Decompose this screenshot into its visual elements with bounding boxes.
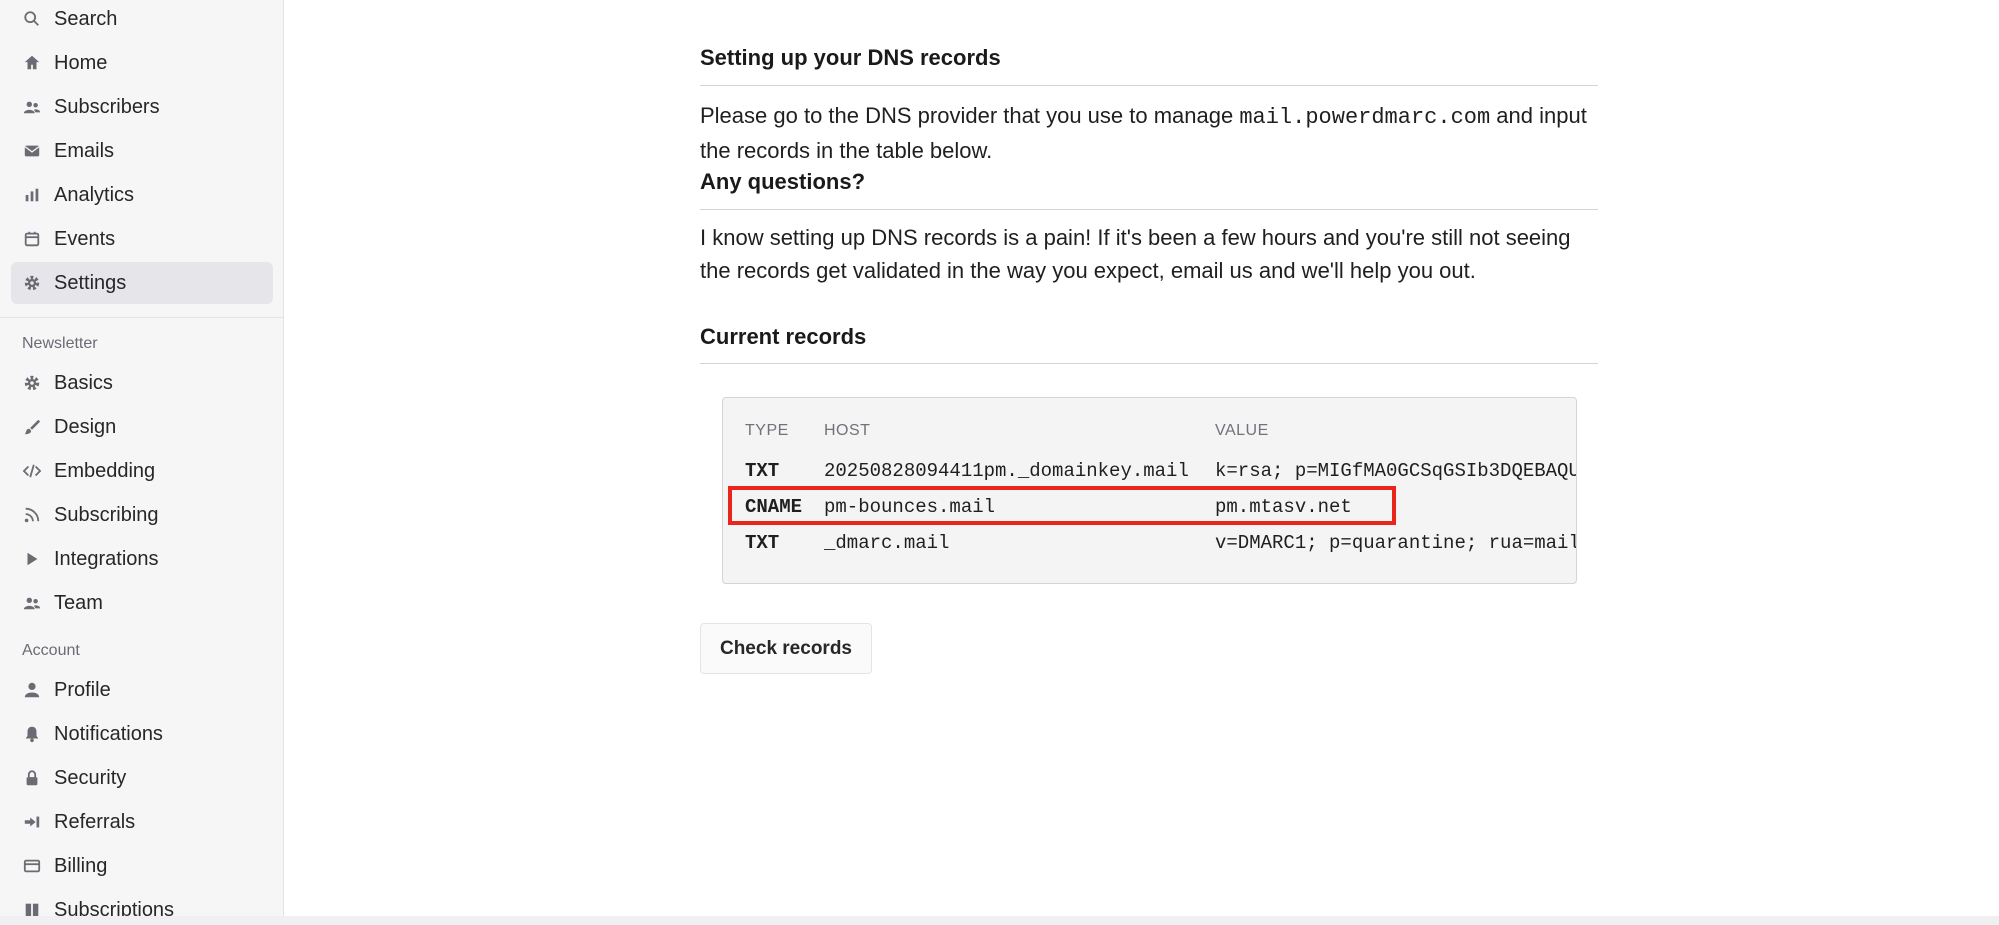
sidebar-item-label: Basics <box>54 371 113 394</box>
sidebar-item-integrations[interactable]: Integrations <box>11 538 273 580</box>
sidebar-item-label: Home <box>54 51 108 74</box>
dns-text-before: Please go to the DNS provider that you u… <box>700 103 1240 128</box>
sidebar-item-embedding[interactable]: Embedding <box>11 450 273 492</box>
record-host: _dmarc.mail <box>824 532 950 554</box>
record-host: 20250828094411pm._domainkey.mail <box>824 460 1189 482</box>
sidebar-item-notifications[interactable]: Notifications <box>11 713 273 755</box>
sidebar-item-subscribers[interactable]: Subscribers <box>11 86 273 128</box>
sidebar-item-label: Events <box>54 227 116 250</box>
user-icon <box>22 680 42 700</box>
sidebar-item-label: Subscribing <box>54 503 159 526</box>
sidebar-item-settings[interactable]: Settings <box>11 262 273 304</box>
questions-text: I know setting up DNS records is a pain!… <box>700 225 1571 283</box>
bell-icon <box>22 724 42 744</box>
dns-instructions: Please go to the DNS provider that you u… <box>700 99 1598 167</box>
dns-heading: Setting up your DNS records <box>700 45 1001 70</box>
sidebar-item-label: Billing <box>54 854 108 877</box>
home-icon <box>22 53 42 73</box>
bar-chart-icon <box>22 185 42 205</box>
sidebar-item-label: Team <box>54 591 103 614</box>
sidebar-item-events[interactable]: Events <box>11 218 273 260</box>
record-value: v=DMARC1; p=quarantine; rua=mail <box>1215 532 1577 554</box>
sidebar-item-label: Embedding <box>54 459 156 482</box>
users-icon <box>22 97 42 117</box>
column-header-value: VALUE <box>1215 422 1269 439</box>
code-icon <box>22 461 42 481</box>
column-header-host: HOST <box>824 422 871 439</box>
check-records-button[interactable]: Check records <box>700 623 872 674</box>
column-header-type: TYPE <box>745 422 789 439</box>
divider <box>700 209 1598 210</box>
gear-icon <box>22 373 42 393</box>
sidebar-item-label: Settings <box>54 271 127 294</box>
record-type: TXT <box>745 532 780 554</box>
sidebar-item-subscribing[interactable]: Subscribing <box>11 494 273 536</box>
sidebar-item-basics[interactable]: Basics <box>11 362 273 404</box>
sidebar: Search Home Subscribers Emails Analytics… <box>0 0 284 925</box>
sidebar-divider <box>0 317 283 318</box>
record-value: k=rsa; p=MIGfMA0GCSqGSIb3DQEBAQU <box>1215 460 1577 482</box>
sidebar-item-label: Notifications <box>54 722 163 745</box>
sidebar-item-label: Analytics <box>54 183 135 206</box>
users-icon <box>22 593 42 613</box>
records-heading: Current records <box>700 324 867 349</box>
sidebar-item-label: Emails <box>54 139 115 162</box>
mail-icon <box>22 141 42 161</box>
divider <box>700 363 1598 364</box>
sidebar-item-security[interactable]: Security <box>11 757 273 799</box>
search-icon <box>22 9 42 29</box>
sidebar-item-label: Design <box>54 415 117 438</box>
sidebar-item-label: Search <box>54 7 118 30</box>
highlight-box <box>728 486 1396 525</box>
sidebar-item-profile[interactable]: Profile <box>11 669 273 711</box>
sidebar-item-design[interactable]: Design <box>11 406 273 448</box>
sidebar-item-billing[interactable]: Billing <box>11 845 273 887</box>
sidebar-item-label: Profile <box>54 678 111 701</box>
sidebar-item-label: Subscribers <box>54 95 160 118</box>
record-type: TXT <box>745 460 780 482</box>
sidebar-item-emails[interactable]: Emails <box>11 130 273 172</box>
divider <box>700 85 1598 86</box>
gear-icon <box>22 273 42 293</box>
questions-heading: Any questions? <box>700 169 866 194</box>
rss-icon <box>22 505 42 525</box>
sidebar-item-referrals[interactable]: Referrals <box>11 801 273 843</box>
section-label-newsletter: Newsletter <box>22 335 98 352</box>
sidebar-item-analytics[interactable]: Analytics <box>11 174 273 216</box>
records-table: TYPE HOST VALUE TXT 20250828094411pm._do… <box>722 397 1577 584</box>
sidebar-item-label: Security <box>54 766 127 789</box>
section-label-account: Account <box>22 642 80 659</box>
lock-icon <box>22 768 42 788</box>
sidebar-item-search[interactable]: Search <box>11 0 273 40</box>
sidebar-item-team[interactable]: Team <box>11 582 273 624</box>
bottom-edge <box>0 916 1999 925</box>
sidebar-item-home[interactable]: Home <box>11 42 273 84</box>
brush-icon <box>22 417 42 437</box>
sidebar-item-label: Integrations <box>54 547 159 570</box>
play-icon <box>22 549 42 569</box>
sidebar-item-label: Referrals <box>54 810 136 833</box>
dns-domain: mail.powerdmarc.com <box>1239 105 1491 130</box>
calendar-icon <box>22 229 42 249</box>
referral-icon <box>22 812 42 832</box>
credit-card-icon <box>22 856 42 876</box>
